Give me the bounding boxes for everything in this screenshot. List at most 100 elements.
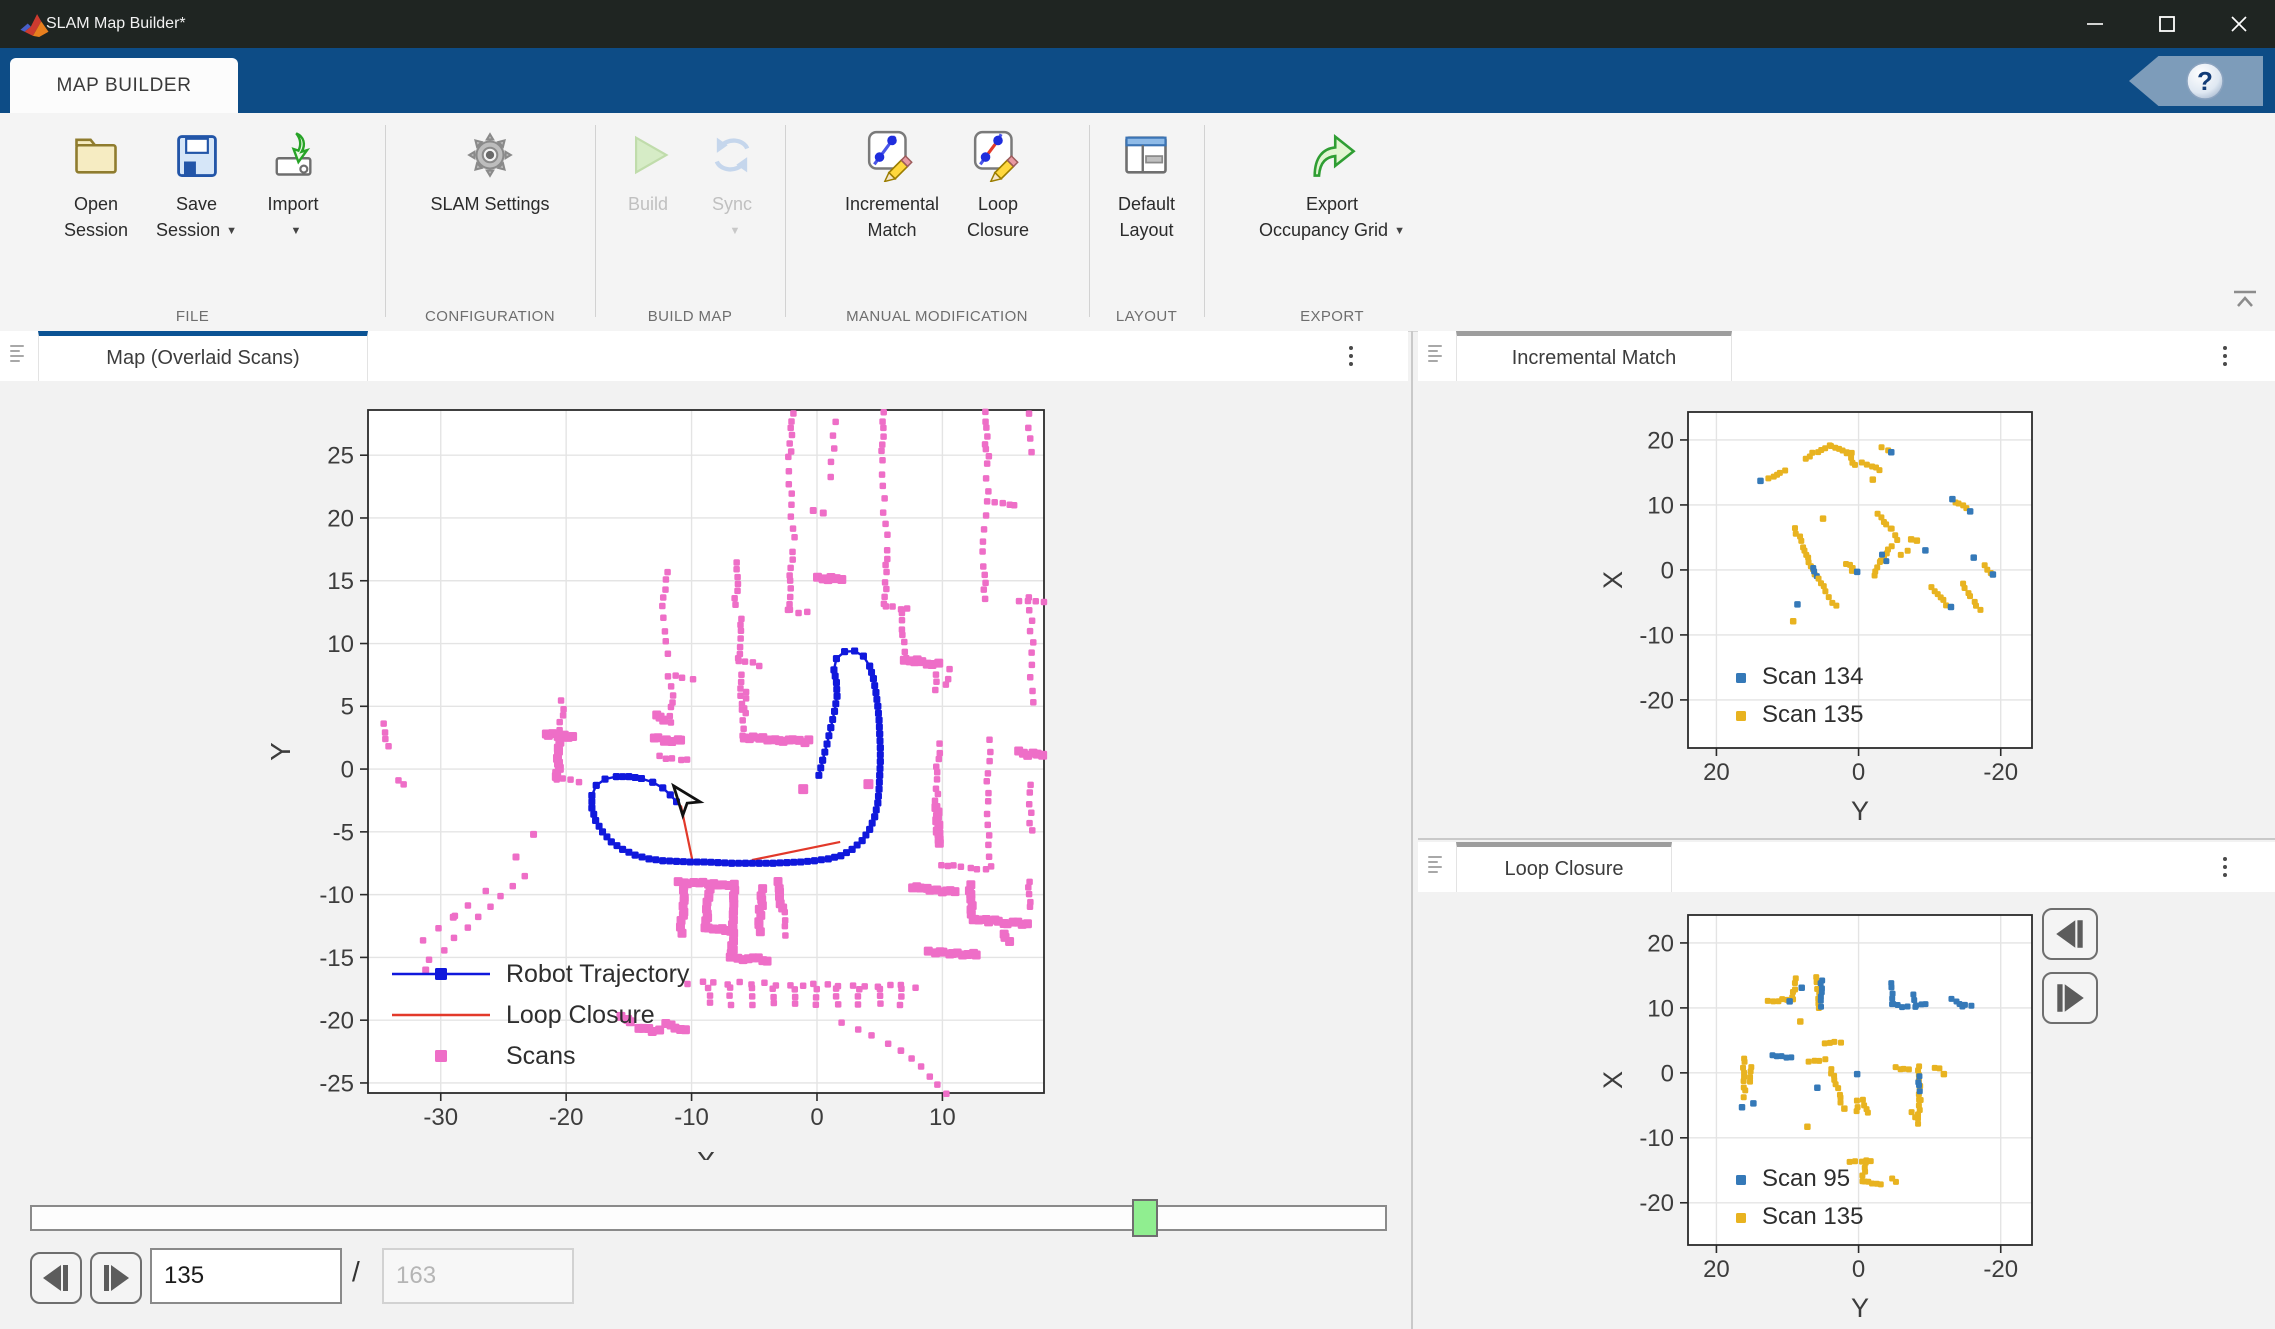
loop-next-match-button[interactable]	[2042, 972, 2098, 1024]
map-plot[interactable]: -30-20-10010-25-20-15-10-50510152025XYRo…	[0, 381, 1408, 1160]
incremental-match-plot[interactable]: 200-2020100-10-20YXScan 134Scan 135	[1418, 381, 2275, 836]
incremental-panel-menu-icon[interactable]	[2212, 341, 2238, 371]
next-icon	[2052, 982, 2088, 1014]
open-session-label: OpenSession	[64, 191, 128, 243]
svg-text:X: X	[1598, 1071, 1628, 1089]
ribbon-bar: MAP BUILDER ?	[0, 48, 2275, 113]
loop-edit-icon	[970, 127, 1026, 183]
svg-text:25: 25	[327, 443, 354, 470]
gear-icon	[462, 127, 518, 183]
toolbar-section-label: BUILD MAP	[595, 308, 785, 325]
toolbar-section-label: LAYOUT	[1089, 308, 1204, 325]
panel-grip-icon[interactable]	[10, 345, 26, 362]
incremental-match-label: IncrementalMatch	[845, 191, 939, 243]
loop-panel-menu-icon[interactable]	[2212, 852, 2238, 882]
horizontal-splitter[interactable]	[1418, 838, 2275, 840]
slam-settings-button[interactable]: SLAM Settings	[420, 123, 559, 221]
svg-text:?: ?	[2197, 66, 2213, 96]
svg-text:-20: -20	[1983, 759, 2018, 786]
loop-closure-plot[interactable]: 200-2020100-10-20YXScan 95Scan 135	[1418, 893, 2275, 1329]
map-panel-menu-icon[interactable]	[1338, 341, 1364, 371]
scan-slider-handle[interactable]	[1132, 1199, 1158, 1237]
matlab-logo-icon	[20, 11, 50, 38]
svg-text:15: 15	[327, 568, 354, 595]
svg-text:X: X	[697, 1146, 716, 1160]
loop-closure-button[interactable]: LoopClosure	[957, 123, 1039, 247]
collapse-ribbon-icon[interactable]	[2228, 288, 2262, 314]
toolbar-section-label: CONFIGURATION	[385, 308, 595, 325]
export-occupancy-grid-button[interactable]: ExportOccupancy Grid▼	[1249, 123, 1415, 250]
svg-text:Scans: Scans	[506, 1042, 575, 1070]
slam-settings-label: SLAM Settings	[430, 191, 549, 217]
build-button: Build	[610, 123, 686, 221]
incremental-match-button[interactable]: IncrementalMatch	[835, 123, 949, 247]
svg-text:0: 0	[810, 1104, 823, 1131]
tab-incremental-match[interactable]: Incremental Match	[1456, 331, 1732, 381]
save-session-button[interactable]: SaveSession▼	[146, 123, 247, 250]
tab-map-overlaid-scans[interactable]: Map (Overlaid Scans)	[38, 331, 368, 381]
build-label: Build	[628, 191, 668, 217]
next-scan-button[interactable]	[90, 1252, 142, 1304]
panel-grip-icon[interactable]	[1428, 345, 1444, 362]
import-label: Import▼	[267, 191, 318, 246]
svg-text:-15: -15	[319, 945, 354, 972]
help-button[interactable]: ?	[2129, 56, 2263, 106]
loop-panel-tabstrip: Loop Closure	[1418, 842, 2275, 893]
next-icon	[99, 1263, 133, 1293]
svg-text:Y: Y	[1851, 1293, 1869, 1323]
svg-text:0: 0	[1852, 1256, 1865, 1283]
svg-text:-10: -10	[319, 882, 354, 909]
svg-text:20: 20	[1703, 1256, 1730, 1283]
svg-text:10: 10	[929, 1104, 956, 1131]
help-icon: ?	[2183, 59, 2227, 103]
play-icon	[620, 127, 676, 183]
svg-text:-10: -10	[1639, 622, 1674, 649]
svg-text:Y: Y	[1851, 796, 1869, 826]
previous-icon	[39, 1263, 73, 1293]
tab-map-builder[interactable]: MAP BUILDER	[10, 58, 238, 113]
close-button[interactable]	[2203, 0, 2275, 48]
loop-previous-match-button[interactable]	[2042, 908, 2098, 960]
incremental-panel-tabstrip: Incremental Match	[1418, 331, 2275, 382]
toolbar-section-label: FILE	[0, 308, 385, 325]
svg-text:-30: -30	[423, 1104, 458, 1131]
svg-text:-5: -5	[333, 819, 354, 846]
dropdown-arrow-icon: ▼	[1394, 218, 1405, 244]
toolbar-section-label: EXPORT	[1204, 308, 1460, 325]
folder-open-icon	[68, 127, 124, 183]
sync-icon	[704, 127, 760, 183]
svg-text:0: 0	[1661, 1060, 1674, 1087]
svg-text:X: X	[1598, 571, 1628, 589]
svg-text:Scan 135: Scan 135	[1762, 701, 1863, 728]
import-button[interactable]: Import▼	[255, 123, 331, 250]
ribbon-toolbar: OpenSession SaveSession▼ Import▼ FILE SLAM S…	[0, 113, 2275, 332]
svg-text:Loop Closure: Loop Closure	[506, 1001, 655, 1029]
export-occupancy-grid-label: ExportOccupancy Grid▼	[1259, 191, 1405, 246]
panel-grip-icon[interactable]	[1428, 856, 1444, 873]
open-session-button[interactable]: OpenSession	[54, 123, 138, 247]
previous-scan-button[interactable]	[30, 1252, 82, 1304]
maximize-button[interactable]	[2131, 0, 2203, 48]
svg-text:10: 10	[1647, 492, 1674, 519]
sync-label: Sync▼	[712, 191, 752, 246]
toolbar-section-label: MANUAL MODIFICATION	[785, 308, 1089, 325]
svg-text:20: 20	[327, 505, 354, 532]
default-layout-button[interactable]: DefaultLayout	[1108, 123, 1185, 247]
svg-text:10: 10	[1647, 995, 1674, 1022]
match-edit-icon	[864, 127, 920, 183]
svg-text:Robot Trajectory: Robot Trajectory	[506, 960, 690, 988]
default-layout-label: DefaultLayout	[1118, 191, 1175, 243]
toolbar-section-file: OpenSession SaveSession▼ Import▼ FILE	[0, 113, 385, 331]
vertical-splitter[interactable]	[1411, 331, 1413, 1329]
minimize-button[interactable]	[2059, 0, 2131, 48]
svg-text:5: 5	[341, 694, 354, 721]
svg-text:20: 20	[1703, 759, 1730, 786]
window-title: SLAM Map Builder*	[46, 15, 186, 33]
toolbar-section-export: ExportOccupancy Grid▼ EXPORT	[1204, 113, 1460, 331]
loop-closure-label: LoopClosure	[967, 191, 1029, 243]
svg-text:0: 0	[341, 756, 354, 783]
scan-slider-track[interactable]	[30, 1205, 1387, 1231]
current-scan-input[interactable]	[150, 1248, 342, 1304]
tab-loop-closure[interactable]: Loop Closure	[1456, 842, 1672, 892]
save-session-label: SaveSession▼	[156, 191, 237, 246]
